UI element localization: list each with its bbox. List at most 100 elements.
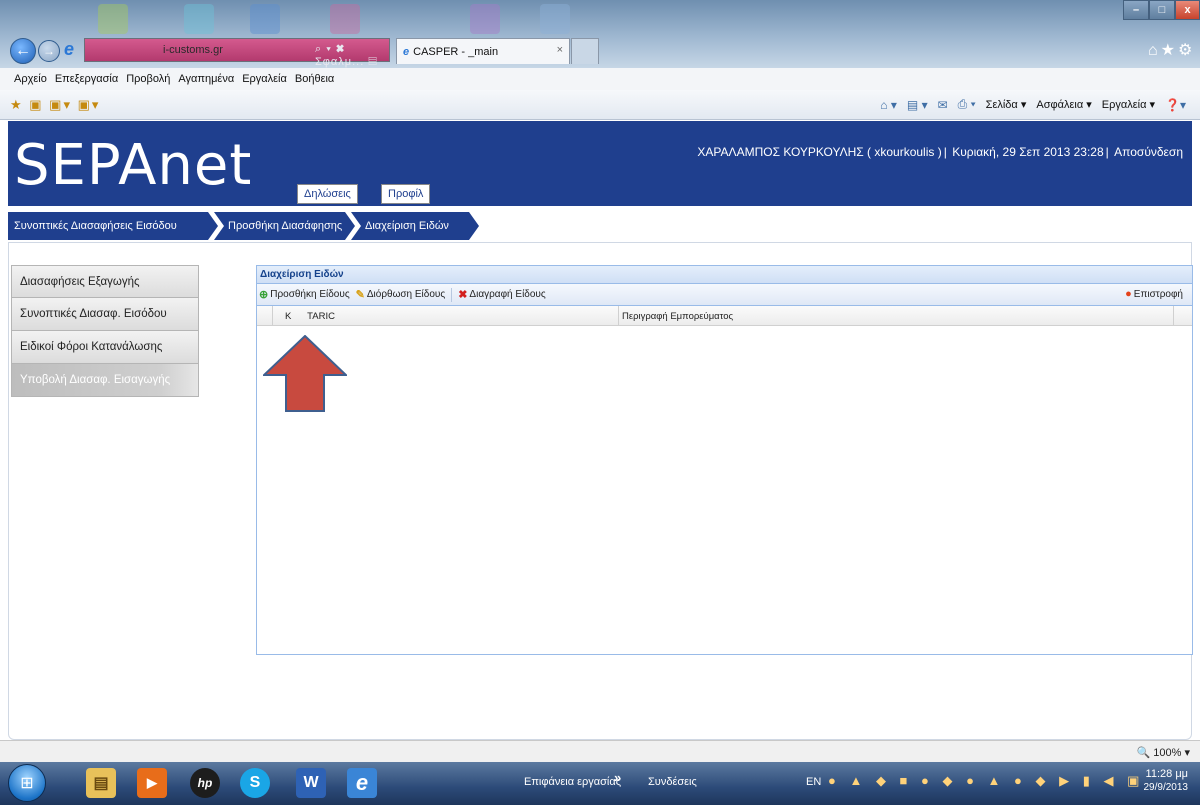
zoom-level[interactable]: 🔍 100% ▾	[1137, 746, 1190, 759]
favorites-bar: ★ ▣ ▣▾ ▣▾ ⌂ ▾ ▤ ▾ ✉ ⎙ ▾ Σελίδα ▾ Ασφάλει…	[0, 90, 1200, 120]
desktop-toolbar[interactable]: Επιφάνεια εργασίας	[524, 776, 621, 788]
sidebar-item-export-declarations[interactable]: Διασαφήσεις Εξαγωγής	[11, 265, 199, 298]
start-button[interactable]: ⊞	[8, 764, 46, 802]
sepanet-logo: SEPAnet	[14, 133, 253, 198]
desktop-background-icon	[98, 4, 128, 34]
desktop-background-icon	[330, 4, 360, 34]
desktop-background-icon	[540, 4, 570, 34]
separator: |	[943, 145, 947, 159]
feeds-icon[interactable]: ▤ ▾	[907, 98, 928, 112]
desktop-background-icon	[250, 4, 280, 34]
user-info: ΧΑΡΑΛΑΜΠΟΣ ΚΟΥΡΚΟΥΛΗΣ ( xkourkoulis ) | Κ…	[696, 145, 1184, 159]
back-button[interactable]: ←	[10, 38, 36, 64]
tab-close-icon[interactable]: ×	[557, 44, 563, 56]
sidebar: Διασαφήσεις Εξαγωγής Συνοπτικές Διασαφ. …	[11, 265, 199, 397]
forward-button[interactable]: →	[38, 40, 60, 62]
sidebar-item-submit-import-declaration[interactable]: Υποβολή Διασαφ. Εισαγωγής	[11, 364, 199, 397]
explorer-icon[interactable]: ▤	[86, 768, 116, 798]
add-item-button[interactable]: ⊕ Προσθήκη Είδους	[259, 288, 350, 301]
windows-taskbar: ⊞ ▤ ▶ hp S W e Επιφάνεια εργασίας » Συνδ…	[0, 762, 1200, 805]
minimize-button[interactable]: –	[1123, 0, 1149, 20]
add-item-label: Προσθήκη Είδους	[270, 289, 350, 300]
new-tab-button[interactable]	[571, 38, 599, 64]
safety-menu[interactable]: Ασφάλεια ▾	[1036, 98, 1091, 111]
return-icon: ●	[1125, 288, 1132, 300]
menu-view[interactable]: Προβολή	[126, 73, 170, 85]
grid-checkbox-column[interactable]	[257, 306, 273, 326]
close-window-button[interactable]: x	[1175, 0, 1200, 20]
clock-date: 29/9/2013	[1143, 782, 1189, 793]
edit-item-button[interactable]: ✎ Διόρθωση Είδους	[356, 288, 446, 301]
declarations-button[interactable]: Δηλώσεις	[297, 184, 358, 204]
sidebar-item-summary-entry-declarations[interactable]: Συνοπτικές Διασαφ. Εισόδου	[11, 298, 199, 331]
links-toolbar[interactable]: Συνδέσεις	[648, 776, 697, 788]
address-bar[interactable]: i-customs.gr ⌕ ▾ ✖ Σφαλμ... ▤ C ✕	[84, 38, 390, 82]
clock-time: 11:28 μμ	[1145, 768, 1188, 780]
panel-title: Διαχείριση Ειδών	[257, 266, 1192, 284]
menu-edit[interactable]: Επεξεργασία	[55, 73, 118, 85]
ie-icon: e	[64, 39, 75, 59]
breadcrumb: Συνοπτικές Διασαφήσεις Εισόδου Προσθήκη …	[8, 212, 1192, 240]
hp-icon[interactable]: hp	[190, 768, 220, 798]
return-label: Επιστροφή	[1133, 288, 1183, 300]
favorites-star-icon[interactable]: ★ ▣ ▣▾ ▣▾	[10, 97, 100, 113]
ie-icon: e	[403, 45, 410, 58]
language-indicator[interactable]: EN	[806, 776, 821, 788]
print-icon[interactable]: ⎙ ▾	[958, 97, 976, 112]
column-taric-code[interactable]: Κ TARIC	[285, 311, 335, 322]
tab-casper-main[interactable]: e CASPER - _main ×	[396, 38, 570, 64]
internet-explorer-icon[interactable]: e	[347, 768, 377, 798]
menu-help[interactable]: Βοήθεια	[295, 73, 334, 85]
status-bar: 🔍 100% ▾	[0, 740, 1200, 762]
separator: |	[1105, 145, 1109, 159]
profile-button[interactable]: Προφίλ	[381, 184, 431, 204]
content-area: Διασαφήσεις Εξαγωγής Συνοπτικές Διασαφ. …	[8, 242, 1193, 740]
desktop-background-icon	[470, 4, 500, 34]
zoom-value: 100%	[1153, 747, 1182, 759]
return-button[interactable]: ● Επιστροφή	[1125, 288, 1183, 300]
pencil-icon: ✎	[355, 289, 365, 301]
desktop-background-icon	[184, 4, 214, 34]
word-icon[interactable]: W	[296, 768, 326, 798]
home-icon[interactable]: ⌂ ▾	[880, 98, 897, 112]
menu-file[interactable]: Αρχείο	[14, 73, 47, 85]
home-favorites-settings-icons[interactable]: ⌂★⚙	[1148, 40, 1195, 60]
current-date: Κυριακή, 29 Σεπ 2013 23:28	[952, 145, 1104, 159]
menu-bar: Αρχείο Επεξεργασία Προβολή Αγαπημένα Εργ…	[0, 68, 1200, 90]
breadcrumb-items-management[interactable]: Διαχείριση Ειδών	[351, 212, 479, 240]
add-icon: ⊕	[259, 289, 269, 301]
toolbar-overflow-icon[interactable]: »	[614, 770, 621, 785]
breadcrumb-add-declaration[interactable]: Προσθήκη Διασάφησης	[214, 212, 355, 240]
delete-icon: ✖	[458, 289, 468, 301]
column-goods-description[interactable]: Περιγραφή Εμπορεύματος	[622, 311, 733, 322]
items-grid-panel: Διαχείριση Ειδών ⊕ Προσθήκη Είδους ✎ Διό…	[256, 265, 1193, 655]
menu-favorites[interactable]: Αγαπημένα	[178, 73, 234, 85]
sidebar-item-excise-duties[interactable]: Ειδικοί Φόροι Κατανάλωσης	[11, 331, 199, 364]
menu-tools[interactable]: Εργαλεία	[242, 73, 287, 85]
address-url: i-customs.gr	[163, 44, 223, 56]
delete-item-label: Διαγραφή Είδους	[469, 289, 546, 300]
clock[interactable]: 11:28 μμ 29/9/2013	[1144, 767, 1189, 795]
grid-toolbar: ⊕ Προσθήκη Είδους ✎ Διόρθωση Είδους ✖ Δι…	[257, 284, 1192, 306]
column-divider	[618, 306, 619, 326]
breadcrumb-summary-declarations[interactable]: Συνοπτικές Διασαφήσεις Εισόδου	[8, 212, 218, 240]
page-menu[interactable]: Σελίδα ▾	[986, 98, 1027, 111]
column-divider	[1173, 306, 1174, 326]
mail-icon[interactable]: ✉	[938, 98, 948, 112]
media-player-icon[interactable]: ▶	[137, 768, 167, 798]
user-name: ΧΑΡΑΛΑΜΠΟΣ ΚΟΥΡΚΟΥΛΗΣ ( xkourkoulis )	[697, 145, 942, 159]
grid-header: Κ TARIC Περιγραφή Εμπορεύματος	[257, 306, 1192, 326]
toolbar-separator	[451, 287, 453, 302]
logout-link[interactable]: Αποσύνδεση	[1114, 145, 1183, 159]
delete-item-button[interactable]: ✖ Διαγραφή Είδους	[458, 288, 546, 301]
tools-menu[interactable]: Εργαλεία ▾	[1102, 98, 1155, 111]
help-icon[interactable]: ❓▾	[1165, 98, 1186, 112]
browser-titlebar: ← → e i-customs.gr ⌕ ▾ ✖ Σφαλμ... ▤ C ✕ …	[0, 0, 1200, 82]
tab-label: CASPER - _main	[413, 45, 499, 58]
command-bar: ⌂ ▾ ▤ ▾ ✉ ⎙ ▾ Σελίδα ▾ Ασφάλεια ▾ Εργαλε…	[870, 97, 1186, 112]
system-tray-icons[interactable]: ● ▲ ◆ ■ ● ◆ ● ▲ ● ◆ ▶ ▮ ◀ ▣	[828, 773, 1144, 789]
maximize-button[interactable]: □	[1149, 0, 1175, 20]
skype-icon[interactable]: S	[240, 768, 270, 798]
app-header: SEPAnet Δηλώσεις Προφίλ ΧΑΡΑΛΑΜΠΟΣ ΚΟΥΡΚ…	[8, 121, 1192, 206]
edit-item-label: Διόρθωση Είδους	[366, 289, 446, 300]
